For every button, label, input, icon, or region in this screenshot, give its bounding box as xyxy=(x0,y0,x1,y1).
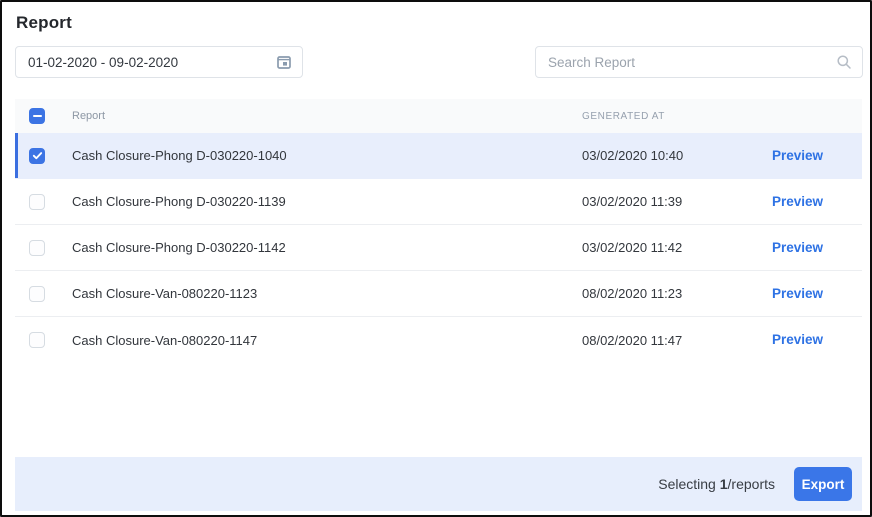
preview-link[interactable]: Preview xyxy=(772,148,823,163)
footer-bar: Selecting 1/reports Export xyxy=(15,457,862,511)
generated-at-value: 08/02/2020 11:23 xyxy=(582,286,760,301)
preview-link[interactable]: Preview xyxy=(772,240,823,255)
row-checkbox[interactable] xyxy=(29,240,45,256)
selecting-prefix: Selecting xyxy=(658,476,719,492)
table-row[interactable]: Cash Closure-Phong D-030220-1142 03/02/2… xyxy=(15,225,862,271)
calendar-icon[interactable] xyxy=(276,54,292,70)
checkmark-icon xyxy=(32,150,43,161)
generated-at-value: 03/02/2020 10:40 xyxy=(582,148,760,163)
preview-link[interactable]: Preview xyxy=(772,194,823,209)
table-header-row: Report GENERATED AT xyxy=(15,99,862,133)
page-title: Report xyxy=(16,13,72,33)
row-checkbox[interactable] xyxy=(29,332,45,348)
report-name: Cash Closure-Phong D-030220-1139 xyxy=(72,194,582,209)
table-row[interactable]: Cash Closure-Van-080220-1147 08/02/2020 … xyxy=(15,317,862,363)
selecting-suffix: /reports xyxy=(728,476,775,492)
report-name: Cash Closure-Van-080220-1123 xyxy=(72,286,582,301)
column-header-report: Report xyxy=(72,110,582,122)
table-body: Cash Closure-Phong D-030220-1040 03/02/2… xyxy=(15,133,862,363)
row-checkbox[interactable] xyxy=(29,286,45,302)
column-header-generated-at: GENERATED AT xyxy=(582,111,760,122)
date-range-input[interactable] xyxy=(15,46,303,78)
report-page: Report Report xyxy=(0,0,872,517)
table-row[interactable]: Cash Closure-Phong D-030220-1139 03/02/2… xyxy=(15,179,862,225)
report-name: Cash Closure-Van-080220-1147 xyxy=(72,333,582,348)
date-range-value[interactable] xyxy=(28,55,276,70)
selecting-status: Selecting 1/reports xyxy=(658,476,775,492)
indeterminate-dash-icon xyxy=(33,115,42,118)
table-row[interactable]: Cash Closure-Phong D-030220-1040 03/02/2… xyxy=(15,133,862,179)
generated-at-value: 08/02/2020 11:47 xyxy=(582,333,760,348)
search-input[interactable] xyxy=(535,46,863,78)
table-row[interactable]: Cash Closure-Van-080220-1123 08/02/2020 … xyxy=(15,271,862,317)
search-field[interactable] xyxy=(548,55,836,70)
reports-table: Report GENERATED AT Cash Closure-Phong D… xyxy=(15,99,862,363)
row-checkbox[interactable] xyxy=(29,194,45,210)
selected-count: 1 xyxy=(720,476,728,492)
generated-at-value: 03/02/2020 11:39 xyxy=(582,194,760,209)
select-all-checkbox[interactable] xyxy=(29,108,45,124)
preview-link[interactable]: Preview xyxy=(772,286,823,301)
generated-at-value: 03/02/2020 11:42 xyxy=(582,240,760,255)
preview-link[interactable]: Preview xyxy=(772,332,823,347)
export-button[interactable]: Export xyxy=(794,467,852,501)
search-icon[interactable] xyxy=(836,54,852,70)
row-checkbox[interactable] xyxy=(29,148,45,164)
report-name: Cash Closure-Phong D-030220-1142 xyxy=(72,240,582,255)
report-name: Cash Closure-Phong D-030220-1040 xyxy=(72,148,582,163)
